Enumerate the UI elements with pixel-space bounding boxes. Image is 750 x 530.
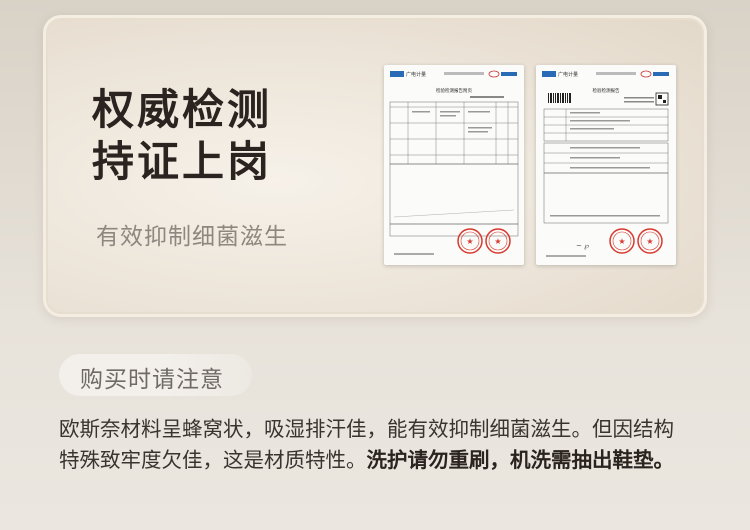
headline-line2: 持证上岗 (92, 137, 273, 186)
notice-text-bold: 洗护请勿重刷，机洗需抽出鞋垫。 (366, 448, 675, 472)
report-header-left: 广电计量 (558, 71, 578, 78)
logo-icon (542, 71, 556, 77)
report-title: 检验检测报告 (593, 87, 620, 94)
test-report-image: 广电计量 检验检测报告 ~ ℘ ★ ★ (536, 65, 676, 265)
signature-icon: ~ ℘ (576, 242, 589, 250)
svg-text:★: ★ (494, 237, 501, 246)
notice-text-line2: 特殊致牢度欠佳，这是材质特性。洗护请勿重刷，机洗需抽出鞋垫。 (59, 445, 719, 476)
notice-text-line1: 欧斯奈材料呈蜂窝状，吸湿排汗佳，能有效抑制细菌滋生。但因结构 (59, 417, 674, 441)
report-title: 检验检测报告附页 (436, 87, 472, 94)
headline: 权威检测 持证上岗 (92, 84, 272, 188)
logo-icon (390, 71, 404, 77)
notice-label: 购买时请注意 (80, 367, 224, 393)
headline-line1: 权威检测 (92, 85, 273, 134)
test-report-appendix-image: 广电计量 检验检测报告附页 ★ ★ (384, 65, 524, 265)
notice-text-plain: 特殊致牢度欠佳，这是材质特性。 (59, 448, 367, 472)
notice-text: 欧斯奈材料呈蜂窝状，吸湿排汗佳，能有效抑制细菌滋生。但因结构 特殊致牢度欠佳，这… (59, 414, 719, 476)
svg-text:★: ★ (466, 237, 473, 246)
svg-text:★: ★ (618, 237, 625, 246)
report-header-left: 广电计量 (406, 71, 426, 78)
svg-text:★: ★ (646, 237, 653, 246)
subtitle: 有效抑制细菌滋生 (96, 224, 288, 250)
barcode-icon (548, 93, 571, 103)
